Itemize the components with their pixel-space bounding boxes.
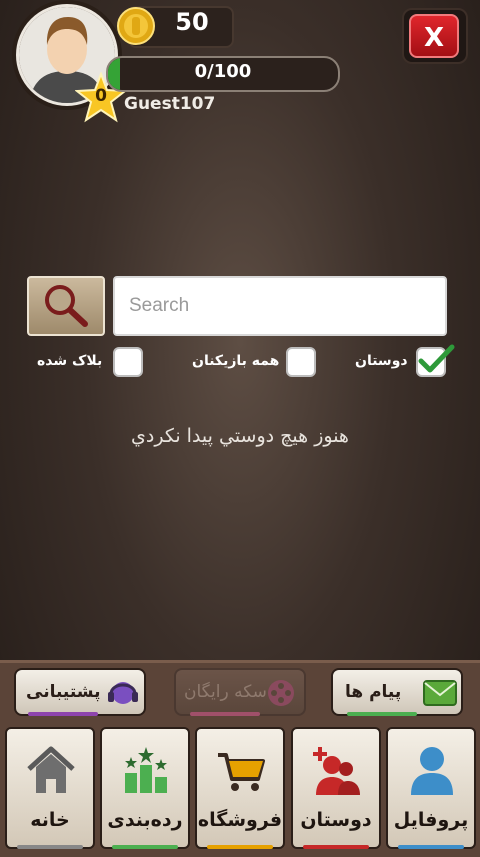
tab-leaderboard[interactable]: رده‌بندی [100,727,190,849]
tab-shop-label: فروشگاه [197,809,283,831]
tab-friends[interactable]: دوستان [291,727,381,849]
film-reel-icon [268,680,294,706]
support-label: پشتیبانی [26,682,101,702]
empty-friends-message: هنوز هيچ دوستي پيدا نکردي [131,425,349,447]
tab-shop-accent [207,845,273,849]
close-button[interactable]: X [409,14,459,58]
envelope-icon [423,680,457,706]
home-icon [27,746,75,793]
checkmark-icon [418,344,455,373]
coin-icon [117,7,155,45]
tab-friends-accent [303,845,369,849]
tab-home-label: خانه [30,809,70,831]
tab-friends-label: دوستان [300,809,372,831]
tab-home-accent [17,845,83,849]
messages-accent-bar [347,712,417,716]
headset-icon [108,682,138,704]
filter-all-players-label: همه بازیکنان [192,353,280,369]
free-coins-label: سکه رایگان [184,682,267,702]
cart-icon [218,753,265,791]
messages-label: پیام ها [345,682,402,702]
free-coins-accent-bar [190,712,260,716]
messages-button[interactable]: پیام ها [331,668,463,716]
support-button[interactable]: پشتیبانی [14,668,146,716]
tab-profile[interactable]: پروفایل [386,727,476,849]
tab-shop[interactable]: فروشگاه [195,727,285,849]
filter-blocked-label: بلاک شده [37,353,103,369]
tab-home[interactable]: خانه [5,727,95,849]
tab-leaderboard-label: رده‌بندی [107,809,183,831]
filter-friends-checkbox[interactable] [416,344,455,377]
xp-text: 0/100 [194,61,252,82]
free-coins-button[interactable]: سکه رایگان [174,668,306,716]
filter-all-players-checkbox[interactable] [286,347,316,377]
tab-profile-label: پروفایل [393,809,469,831]
coin-count: 50 [175,8,209,36]
tab-profile-accent [398,845,464,849]
username: Guest107 [124,94,216,114]
support-accent-bar [28,712,98,716]
user-icon [411,747,453,795]
add-friend-icon [313,747,360,795]
leaderboard-icon [125,747,167,793]
magnifier-icon [45,285,88,327]
filter-blocked-checkbox[interactable] [113,347,143,377]
search-input[interactable] [113,276,447,336]
top-bar: 0 50 0/100 Guest107 X [0,0,480,123]
tab-leaderboard-accent [112,845,178,849]
search-button[interactable] [27,276,105,336]
filter-friends-label: دوستان [355,353,408,369]
